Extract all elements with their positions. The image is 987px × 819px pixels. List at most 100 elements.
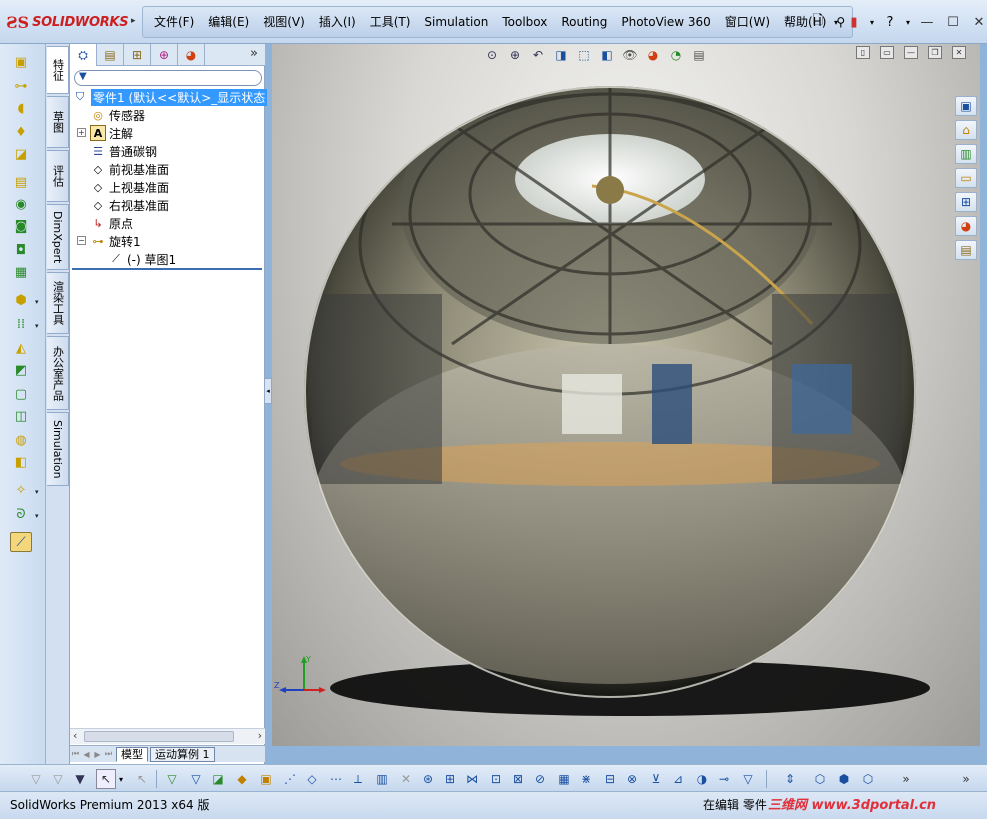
dropdown-arrow-icon[interactable]: ▾ — [35, 298, 39, 306]
tree-item-origin[interactable]: ↳ 原点 — [90, 214, 133, 232]
logo-chevron-icon[interactable]: ▸ — [131, 16, 136, 26]
filter-solid-bodies-icon[interactable]: ▽ — [162, 769, 182, 789]
display-style-icon[interactable]: ◧ — [597, 46, 617, 64]
filter-weld-beads-icon[interactable]: ⊘ — [530, 769, 550, 789]
tab-evaluate[interactable]: 评估 — [47, 150, 69, 202]
swept-boss-icon[interactable]: ◖ — [10, 98, 32, 118]
feature-tree-scrollbar[interactable]: ‹ › — [70, 728, 265, 744]
dropdown-arrow-icon[interactable]: ▾ — [832, 12, 840, 32]
split-view-horizontal-icon[interactable]: ▭ — [880, 46, 894, 59]
tab-dimxpert[interactable]: DimXpert — [47, 204, 69, 270]
chrome-sphere-model[interactable] — [272, 44, 980, 746]
dropdown-arrow-icon[interactable]: ▾ — [868, 12, 876, 32]
menu-file[interactable]: 文件(F) — [147, 7, 201, 37]
filter-dowel-pins-icon[interactable]: ▦ — [554, 769, 574, 789]
dropdown-arrow-icon[interactable]: ▾ — [904, 12, 912, 32]
filter-routing-icon[interactable]: ▽ — [738, 769, 758, 789]
swept-cut-icon[interactable]: ◙ — [10, 216, 32, 236]
menu-window[interactable]: 窗口(W) — [718, 7, 777, 37]
first-tab-icon[interactable]: ⏮ — [70, 749, 81, 759]
tree-item-right-plane[interactable]: ◇ 右视基准面 — [90, 196, 169, 214]
viewport-minimize-button[interactable]: — — [904, 46, 918, 59]
filter-dimensions-icon[interactable]: ⟂ — [348, 769, 368, 789]
more-tabs-icon[interactable]: » — [250, 46, 258, 61]
tab-simulation[interactable]: Simulation — [47, 412, 69, 486]
menu-simulation[interactable]: Simulation — [417, 7, 495, 37]
view-box-icon[interactable]: ⬢ — [834, 769, 854, 789]
draft-icon[interactable]: ◩ — [10, 360, 32, 380]
menu-insert[interactable]: 插入(I) — [312, 7, 363, 37]
tree-item-sketch[interactable]: ⟋ (-) 草图1 — [108, 250, 176, 268]
boundary-cut-icon[interactable]: ▦ — [10, 262, 32, 282]
split-view-icon[interactable]: ▯ — [856, 46, 870, 59]
mirror-icon[interactable]: ◧ — [10, 452, 32, 472]
tree-item-revolve[interactable]: ⊶ 旋转1 — [90, 232, 141, 250]
solidworks-logo[interactable]: ƧS SOLIDWORKS — [6, 10, 134, 34]
reference-geometry-icon[interactable]: ✧ — [10, 480, 32, 500]
filter-vertices-icon[interactable]: ▼ — [70, 769, 90, 789]
feature-filter-input[interactable]: ▼ — [74, 70, 262, 86]
menu-photoview[interactable]: PhotoView 360 — [614, 7, 717, 37]
filter-axes-icon[interactable]: ⋰ — [280, 769, 300, 789]
curves-icon[interactable]: ᘐ — [10, 504, 32, 524]
new-document-icon[interactable]: 🗋 — [808, 12, 828, 32]
tree-item-part[interactable]: ⛉ 零件1 (默认<<默认>_显示状态 — [72, 88, 268, 106]
rollback-bar[interactable] — [72, 268, 262, 270]
revolved-boss-icon[interactable]: ⊶ — [10, 76, 32, 96]
filter-geometric-tolerances-icon[interactable]: ⊡ — [486, 769, 506, 789]
tab-model[interactable]: 模型 — [116, 746, 148, 762]
section-view-icon[interactable]: ◨ — [551, 46, 571, 64]
tab-features[interactable]: 特征 — [47, 46, 69, 94]
wrap-icon[interactable]: ◫ — [10, 406, 32, 426]
edit-appearance-icon[interactable]: ◕ — [643, 46, 663, 64]
home-icon[interactable]: ⌂ — [955, 120, 977, 140]
file-explorer-icon[interactable]: ▭ — [955, 168, 977, 188]
previous-view-icon[interactable]: ↶ — [528, 46, 548, 64]
dropdown-arrow-icon[interactable]: ▾ — [35, 488, 39, 496]
filter-planes-icon[interactable]: ◇ — [302, 769, 322, 789]
expand-annotations-icon[interactable]: + — [77, 128, 86, 137]
tree-item-sensors[interactable]: ◎ 传感器 — [90, 106, 145, 124]
zoom-to-area-icon[interactable]: ⊕ — [505, 46, 525, 64]
resources-icon[interactable]: ▣ — [955, 96, 977, 116]
more-filters-icon[interactable]: » — [896, 769, 916, 789]
tab-render-tools[interactable]: 渲染工具 — [47, 272, 69, 334]
close-button[interactable]: ✕ — [968, 12, 987, 32]
filter-connection-points-icon[interactable]: ⊸ — [714, 769, 734, 789]
filter-datums-icon[interactable]: ⋈ — [462, 769, 482, 789]
filter-edges-icon[interactable]: ▽ — [48, 769, 68, 789]
traffic-light-icon[interactable]: ▮ — [844, 12, 864, 32]
view-palette-icon[interactable]: ⊞ — [955, 192, 977, 212]
dropdown-arrow-icon[interactable]: ▾ — [116, 769, 126, 789]
filter-tables-icon[interactable]: ⊿ — [668, 769, 688, 789]
help-icon[interactable]: ? — [880, 12, 900, 32]
display-manager-icon[interactable]: ◕ — [178, 44, 205, 66]
instant3d-icon[interactable]: ⟋ — [10, 532, 32, 552]
collapse-revolve-icon[interactable]: − — [77, 236, 86, 245]
menu-tools[interactable]: 工具(T) — [363, 7, 418, 37]
filter-faces-icon[interactable]: ▽ — [26, 769, 46, 789]
filter-blocks-icon[interactable]: ⊟ — [600, 769, 620, 789]
menu-toolbox[interactable]: Toolbox — [495, 7, 554, 37]
extruded-boss-icon[interactable]: ▣ — [10, 52, 32, 72]
scroll-left-icon[interactable]: ‹ — [73, 729, 77, 742]
filter-features-icon[interactable]: ◪ — [208, 769, 228, 789]
view-cube-icon[interactable]: ⬡ — [810, 769, 830, 789]
filter-sketch-icon[interactable]: ◆ — [232, 769, 252, 789]
tab-office-products[interactable]: 办公室产品 — [47, 336, 69, 410]
menu-edit[interactable]: 编辑(E) — [201, 7, 256, 37]
filter-surface-finish-icon[interactable]: ⊠ — [508, 769, 528, 789]
lofted-boss-icon[interactable]: ♦ — [10, 122, 32, 142]
appearances-icon[interactable]: ◕ — [955, 216, 977, 236]
intersect-icon[interactable]: ◍ — [10, 430, 32, 450]
next-tab-icon[interactable]: ▶ — [92, 750, 103, 759]
panel-collapse-handle[interactable]: ◂ — [264, 378, 272, 404]
tree-item-annotations[interactable]: A 注解 — [90, 124, 133, 142]
dimxpert-manager-icon[interactable]: ⊕ — [151, 44, 178, 66]
custom-properties-icon[interactable]: ▤ — [955, 240, 977, 260]
last-tab-icon[interactable]: ⏭ — [103, 749, 114, 759]
extruded-cut-icon[interactable]: ▤ — [10, 172, 32, 192]
filter-annotations-icon[interactable]: ⊛ — [418, 769, 438, 789]
menu-view[interactable]: 视图(V) — [256, 7, 312, 37]
filter-centerlines-icon[interactable]: ⊻ — [646, 769, 666, 789]
